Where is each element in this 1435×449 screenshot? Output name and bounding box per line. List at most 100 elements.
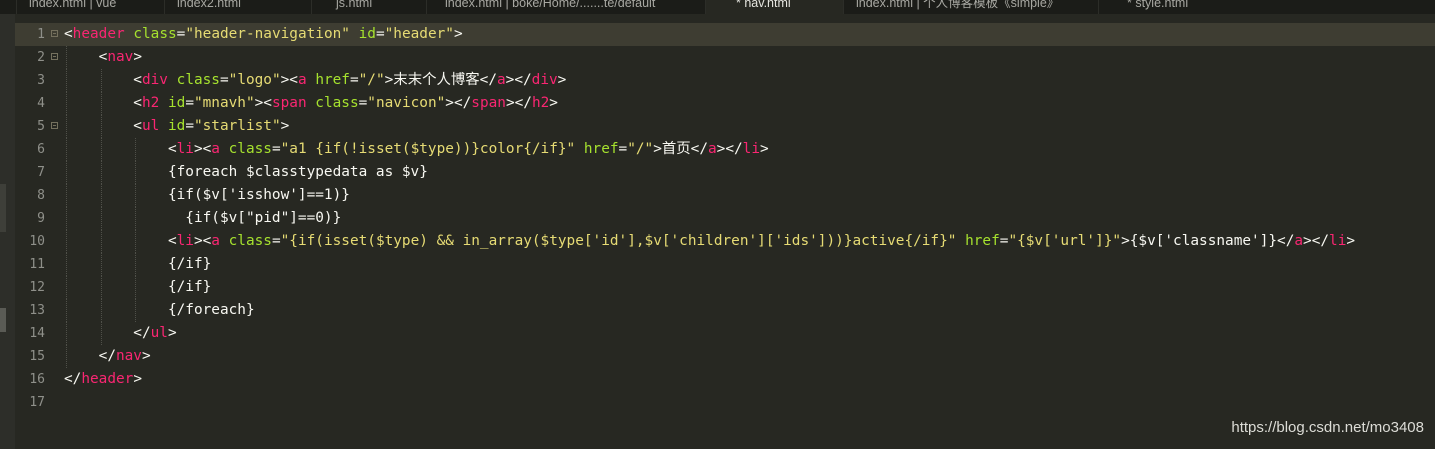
code-line[interactable]: 15 </nav> [15,345,1435,368]
code-token: >{$v['classname']}</ [1121,233,1295,249]
code-token: header [81,371,134,387]
code-token: = [271,141,281,157]
code-line[interactable]: 17 [15,391,1435,414]
code-token: li [176,141,194,157]
code-token: >< [193,233,212,249]
code-token: = [618,141,628,157]
code-token: header [72,26,125,42]
line-number: 15 [29,349,45,364]
code-line[interactable]: 7 {foreach $classtypedata as $v} [15,161,1435,184]
code-token: > [549,95,558,111]
code-line[interactable]: 14 </ul> [15,322,1435,345]
code-token: href [583,141,619,157]
fold-toggle-icon[interactable] [51,122,58,129]
code-token: span [271,95,307,111]
code-token: >末末个人博客</ [384,72,497,88]
code-token: a [297,72,307,88]
code-line[interactable]: 13 {/foreach} [15,299,1435,322]
line-number: 13 [29,303,45,318]
tab-index-boke[interactable]: index.html | boke/Home/.......te/default [426,0,705,14]
line-number: 12 [29,280,45,295]
code-token: a [496,72,506,88]
code-line[interactable]: 12 {/if} [15,276,1435,299]
code-token: > [133,371,142,387]
line-number: 3 [37,73,45,88]
code-token: {if($v['isshow']==1)} [64,187,350,203]
code-text: <div class="logo"><a href="/">末末个人博客</a>… [64,69,566,92]
tab-style-html[interactable]: * style.html [1098,0,1238,14]
code-line[interactable]: 6 <li><a class="a1 {if(!isset($type))}co… [15,138,1435,161]
code-line[interactable]: 8 {if($v['isshow']==1)} [15,184,1435,207]
code-token: < [64,26,73,42]
code-token: < [64,49,108,65]
code-line[interactable]: 4 <h2 id="mnavh"><span class="navicon"><… [15,92,1435,115]
tab-nav-html[interactable]: * nav.html [705,0,843,14]
code-token: "/" [358,72,385,88]
fold-toggle-icon[interactable] [51,53,58,60]
code-token: li [176,233,194,249]
code-text: <li><a class="{if(isset($type) && in_arr… [64,230,1355,253]
code-token: > [141,348,151,364]
code-token: id [167,95,186,111]
code-token: ></ [1303,233,1330,249]
code-token: = [219,72,229,88]
code-token: ></ [505,72,532,88]
line-number: 7 [37,165,45,180]
code-text: {if($v["pid"]==0)} [64,207,341,230]
code-token: "navicon" [367,95,446,111]
code-text: {foreach $classtypedata as $v} [64,161,428,184]
code-token: > [453,26,463,42]
code-token: = [358,95,368,111]
code-token: nav [107,49,134,65]
gutter-marker [0,308,6,332]
code-token: > [760,141,769,157]
code-token: < [64,95,142,111]
tab-index-vue[interactable]: index.html | vue [16,0,164,14]
code-token: ></ [445,95,472,111]
code-token: "logo" [228,72,281,88]
left-gutter-strip [0,14,15,449]
code-line[interactable]: 11 {/if} [15,253,1435,276]
tab-bar: index.html | vue index2.html js.html ind… [0,0,1435,14]
fold-toggle-icon[interactable] [51,30,58,37]
code-token: > [1346,233,1356,249]
code-line[interactable]: 1 <header class="header-navigation" id="h… [15,23,1435,46]
code-token: "/" [627,141,654,157]
code-editor[interactable]: 1 <header class="header-navigation" id="h… [15,14,1435,449]
code-token: id [167,118,186,134]
code-text: <h2 id="mnavh"><span class="navicon"></s… [64,92,558,115]
code-line[interactable]: 5 <ul id="starlist"> [15,115,1435,138]
code-token: {/if} [64,256,212,272]
code-token: = [185,118,194,134]
code-token: = [349,72,359,88]
code-line[interactable]: 10 <li><a class="{if(isset($type) && in_… [15,230,1435,253]
code-token: a [211,141,220,157]
code-token: = [271,233,281,249]
code-token: >< [254,95,272,111]
code-token: ul [150,325,168,341]
code-token: = [375,26,385,42]
code-text: <li><a class="a1 {if(!isset($type))}colo… [64,138,769,161]
code-token: < [64,118,142,134]
tab-index-simple[interactable]: index.html | 个人博客模板《simple》 [843,0,1098,14]
line-number: 6 [37,142,45,157]
code-token: span [471,95,506,111]
code-line[interactable]: 9 {if($v["pid"]==0)} [15,207,1435,230]
code-line[interactable]: 2 <nav> [15,46,1435,69]
line-number: 17 [29,395,45,410]
line-number: 16 [29,372,45,387]
code-text: {/if} [64,276,211,299]
code-token: < [64,233,177,249]
code-line[interactable]: 16 </header> [15,368,1435,391]
tab-js[interactable]: js.html [311,0,426,14]
code-token: </ [64,371,82,387]
code-line[interactable]: 3 <div class="logo"><a href="/">末末个人博客</… [15,69,1435,92]
code-text: </nav> [64,345,151,368]
code-token: "{$v['url']}" [1008,233,1122,249]
code-token: nav [115,348,142,364]
tab-index2[interactable]: index2.html [164,0,311,14]
